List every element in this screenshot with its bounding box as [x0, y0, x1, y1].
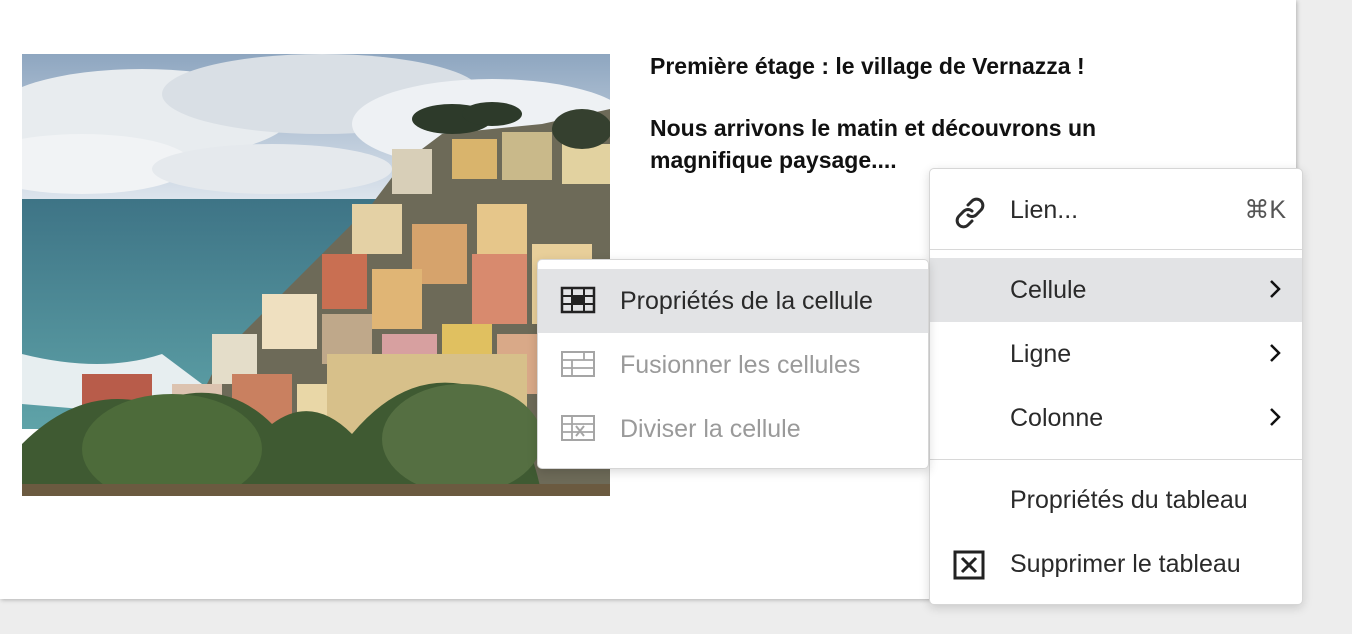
menu-item-table-properties[interactable]: Propriétés du tableau — [930, 468, 1302, 532]
menu-item-row[interactable]: Ligne — [930, 322, 1302, 386]
menu-item-cell-label: Cellule — [1010, 275, 1087, 304]
link-shortcut: ⌘K — [1244, 196, 1286, 224]
menu-item-link-label: Lien... — [1010, 195, 1079, 224]
chevron-right-icon — [1268, 278, 1282, 300]
cell-properties-icon — [560, 285, 596, 315]
link-icon — [952, 196, 986, 229]
chevron-right-icon — [1268, 406, 1282, 428]
menu-item-table-properties-label: Propriétés du tableau — [1010, 485, 1248, 514]
chevron-right-icon — [1268, 342, 1282, 364]
menu-item-delete-table-label: Supprimer le tableau — [1010, 549, 1241, 578]
cell-submenu: Propriétés de la cellule Fusionner les c… — [537, 259, 929, 469]
vernazza-photo[interactable] — [22, 54, 610, 496]
submenu-item-merge-cells-label: Fusionner les cellules — [620, 350, 861, 379]
menu-item-link[interactable]: Lien... ⌘K — [930, 178, 1302, 242]
menu-item-row-label: Ligne — [1010, 339, 1072, 368]
table-context-menu: Lien... ⌘K Cellule Ligne Colonne Proprié… — [929, 168, 1303, 605]
submenu-item-merge-cells[interactable]: Fusionner les cellules — [538, 333, 928, 397]
document-heading: Première étage : le village de Vernazza … — [650, 53, 1085, 79]
split-cell-icon — [560, 413, 596, 443]
submenu-item-split-cell-label: Diviser la cellule — [620, 414, 801, 443]
document-paragraph: Nous arrivons le matin et découvrons un … — [650, 115, 1097, 173]
submenu-item-cell-properties-label: Propriétés de la cellule — [620, 286, 873, 315]
menu-item-column-label: Colonne — [1010, 403, 1104, 432]
submenu-item-cell-properties[interactable]: Propriétés de la cellule — [538, 269, 928, 333]
menu-item-cell[interactable]: Cellule — [930, 258, 1302, 322]
menu-separator — [930, 249, 1302, 250]
submenu-item-split-cell[interactable]: Diviser la cellule — [538, 397, 928, 461]
menu-item-column[interactable]: Colonne — [930, 386, 1302, 450]
merge-cells-icon — [560, 349, 596, 379]
menu-separator — [930, 459, 1302, 460]
menu-item-delete-table[interactable]: Supprimer le tableau — [930, 532, 1302, 596]
delete-table-icon — [952, 550, 986, 580]
